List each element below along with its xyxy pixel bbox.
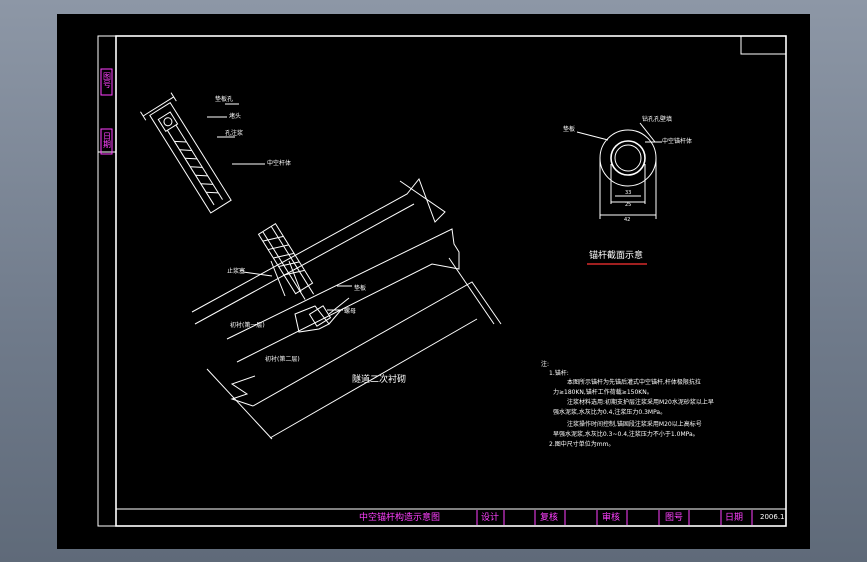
section-title: 锚杆截面示意	[589, 249, 643, 261]
corner-box	[740, 35, 787, 55]
label-hollow-bar: 中空杆体	[267, 159, 291, 167]
section-detail: 33 25 42 垫板 钻孔孔壁填 中空锚杆体 锚杆截面示意	[563, 115, 692, 265]
side-label-2: 日期	[103, 132, 112, 149]
title-block-review: 复核	[540, 511, 558, 523]
section-label-plate: 垫板	[563, 125, 575, 133]
title-block-drawing-no: 图号	[665, 512, 683, 523]
label-top-plate: 垫板孔	[215, 95, 233, 103]
note-line-8: 2.图中尺寸单位为mm。	[549, 440, 614, 448]
label-layer2: 初衬(第二层)	[265, 355, 300, 363]
side-label-1: 图号	[103, 72, 112, 89]
note-line-3: 力≥180KN,锚杆工作荷载≥150KN。	[553, 388, 653, 396]
label-grout-tube: 孔注浆	[225, 129, 243, 137]
title-block-design: 设计	[481, 511, 499, 523]
label-secondary-lining: 隧道二次衬砌	[352, 373, 406, 385]
title-block-title: 中空锚杆构造示意图	[359, 511, 440, 523]
note-line-4: 注浆材料选用:初期支护层注浆采用M20水泥砂浆以上早	[567, 398, 714, 406]
note-line-6: 注浆操作时间控制,锚固段注浆采用M20以上高标号	[567, 420, 702, 428]
note-line-7: 早强水泥浆,水灰比0.3~0.4,注浆压力不小于1.0MPa。	[553, 430, 699, 438]
title-block-date-label: 日期	[725, 512, 743, 523]
label-layer1: 初衬(第一层)	[230, 321, 265, 329]
note-line-5: 强水泥浆,水灰比为0.4,注浆压力0.3MPa。	[553, 408, 666, 416]
label-plate: 垫板	[354, 284, 366, 292]
section-dim-inner: 33	[625, 190, 631, 196]
section-label-hole: 钻孔孔壁填	[642, 115, 672, 123]
bolt-detail: 垫板孔 堵头 孔注浆 中空杆体 止浆塞 垫板 螺母 初衬(第一层) 初衬(第二层…	[140, 92, 502, 440]
outer-frame	[97, 35, 787, 527]
cad-drawing: 图号 日期 中空锚杆构造示意图 设计 复核 审核 图号 日期 2006.1 垫板…	[97, 35, 787, 527]
drawing-sheet: 图号 日期 中空锚杆构造示意图 设计 复核 审核 图号 日期 2006.1 垫板…	[57, 14, 810, 549]
label-stop-ring: 止浆塞	[227, 267, 245, 275]
label-nut: 螺母	[344, 307, 356, 315]
title-block-date-value: 2006.1	[760, 513, 785, 521]
note-line-2: 本图所示锚杆为先锚后灌式中空锚杆,杆体极限抗拉	[567, 378, 701, 386]
section-dim-mid: 25	[625, 202, 631, 208]
inner-frame	[115, 35, 787, 527]
section-dim-outer: 42	[624, 217, 630, 223]
section-label-bar: 中空锚杆体	[662, 137, 692, 145]
note-line-1: 1.锚杆:	[549, 369, 569, 377]
title-block-audit: 审核	[602, 511, 620, 523]
label-plug: 堵头	[229, 112, 241, 120]
notes: 注: 1.锚杆: 本图所示锚杆为先锚后灌式中空锚杆,杆体极限抗拉 力≥180KN…	[541, 360, 714, 448]
notes-heading: 注:	[541, 360, 549, 368]
